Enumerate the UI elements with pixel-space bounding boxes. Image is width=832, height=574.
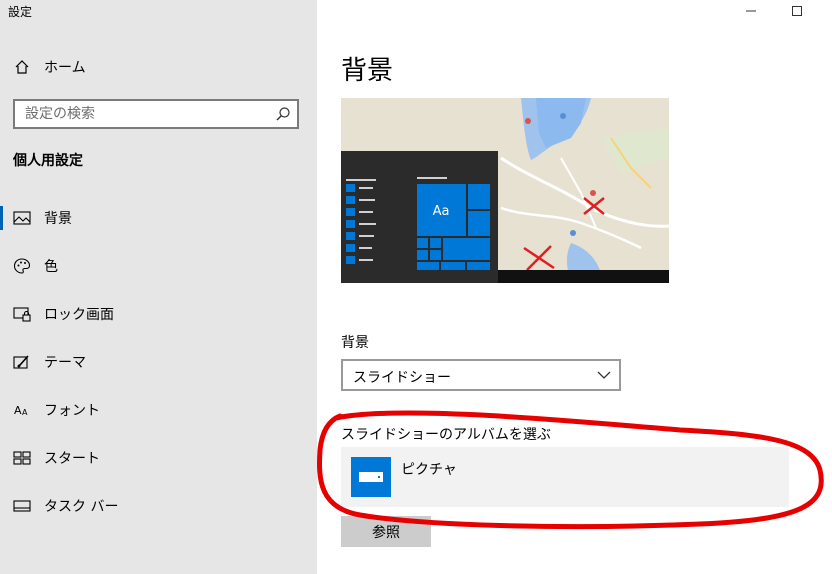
search-input[interactable]: [25, 106, 265, 122]
chevron-down-icon: [597, 371, 611, 379]
taskbar-icon: [12, 496, 32, 516]
search-box[interactable]: [13, 99, 299, 129]
sidebar-item-label: フォント: [44, 403, 100, 419]
image-icon: [12, 208, 32, 228]
folder-thumbnail-icon: [351, 457, 391, 497]
start-grid-icon: [12, 448, 32, 468]
background-label: 背景: [341, 335, 369, 351]
sidebar-item-label: タスク バー: [44, 499, 119, 515]
sidebar-item-label: ロック画面: [44, 307, 114, 323]
maximize-icon[interactable]: [790, 4, 804, 18]
sidebar-item-start[interactable]: スタート: [0, 438, 317, 478]
background-type-dropdown[interactable]: スライドショー: [341, 359, 621, 391]
sidebar-item-home[interactable]: ホーム: [0, 47, 317, 87]
sidebar-item-label: 背景: [44, 211, 72, 227]
home-icon: [12, 57, 32, 77]
map-wallpaper: Aa: [341, 98, 669, 283]
album-name: ピクチャ: [401, 462, 457, 478]
sidebar-item-taskbar[interactable]: タスク バー: [0, 486, 317, 526]
font-icon: AA: [12, 400, 32, 420]
section-title: 個人用設定: [13, 153, 83, 169]
palette-icon: [12, 256, 32, 276]
sidebar-item-color[interactable]: 色: [0, 246, 317, 286]
browse-button[interactable]: 参照: [341, 516, 431, 547]
sidebar-item-fonts[interactable]: AA フォント: [0, 390, 317, 430]
dropdown-value: スライドショー: [353, 370, 451, 386]
app-title: 設定: [8, 5, 33, 19]
minimize-icon[interactable]: [744, 4, 758, 18]
sidebar-item-theme[interactable]: テーマ: [0, 342, 317, 382]
sidebar-item-background[interactable]: 背景: [0, 198, 317, 238]
background-preview: Aa: [341, 98, 669, 283]
sidebar-item-label: スタート: [44, 451, 100, 467]
search-icon[interactable]: [275, 106, 291, 122]
page-title: 背景: [341, 56, 394, 86]
sidebar-item-label: テーマ: [44, 355, 86, 371]
sidebar: 設定 ホーム 個人用設定 背景 色 ロック画面 テーマ: [0, 0, 317, 574]
theme-brush-icon: [12, 352, 32, 372]
album-label: スライドショーのアルバムを選ぶ: [341, 427, 551, 443]
svg-text:A: A: [14, 404, 22, 417]
album-picker[interactable]: ピクチャ: [341, 447, 789, 507]
lock-screen-icon: [12, 304, 32, 324]
preview-tile-text: Aa: [433, 204, 450, 219]
sidebar-item-label: ホーム: [44, 60, 86, 76]
svg-text:A: A: [22, 408, 28, 417]
sidebar-item-lock-screen[interactable]: ロック画面: [0, 294, 317, 334]
sidebar-item-label: 色: [44, 259, 58, 275]
